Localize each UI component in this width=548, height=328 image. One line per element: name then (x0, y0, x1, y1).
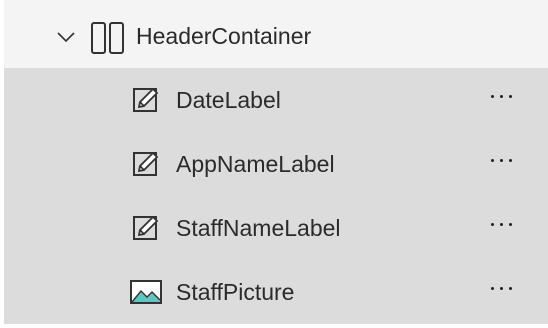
tree-node-app-name-label[interactable]: AppNameLabel (4, 132, 548, 196)
tree-node-label: HeaderContainer (136, 23, 312, 49)
edit-label-icon (130, 214, 162, 242)
more-options-icon[interactable] (484, 274, 518, 302)
bottom-divider (4, 324, 548, 328)
container-icon (90, 21, 126, 55)
more-options-icon[interactable] (484, 82, 518, 110)
tree-node-staff-name-label[interactable]: StaffNameLabel (4, 196, 548, 260)
edit-label-icon (130, 150, 162, 178)
tree-view: HeaderContainer DateLabel AppNameLabel S… (0, 0, 548, 328)
tree-children-group: DateLabel AppNameLabel StaffNameLabel St… (4, 68, 548, 324)
chevron-down-icon[interactable] (56, 27, 76, 47)
edit-label-icon (130, 86, 162, 114)
tree-node-staff-picture[interactable]: StaffPicture (4, 260, 548, 324)
image-icon (130, 278, 162, 306)
tree-node-label: DateLabel (176, 87, 281, 113)
tree-node-label: StaffNameLabel (176, 215, 341, 241)
tree-node-label: AppNameLabel (176, 151, 335, 177)
tree-node-label: StaffPicture (176, 279, 295, 305)
tree-node-header-container[interactable]: HeaderContainer (4, 6, 548, 68)
more-options-icon[interactable] (484, 210, 518, 238)
more-options-icon[interactable] (484, 146, 518, 174)
tree-node-date-label[interactable]: DateLabel (4, 68, 548, 132)
